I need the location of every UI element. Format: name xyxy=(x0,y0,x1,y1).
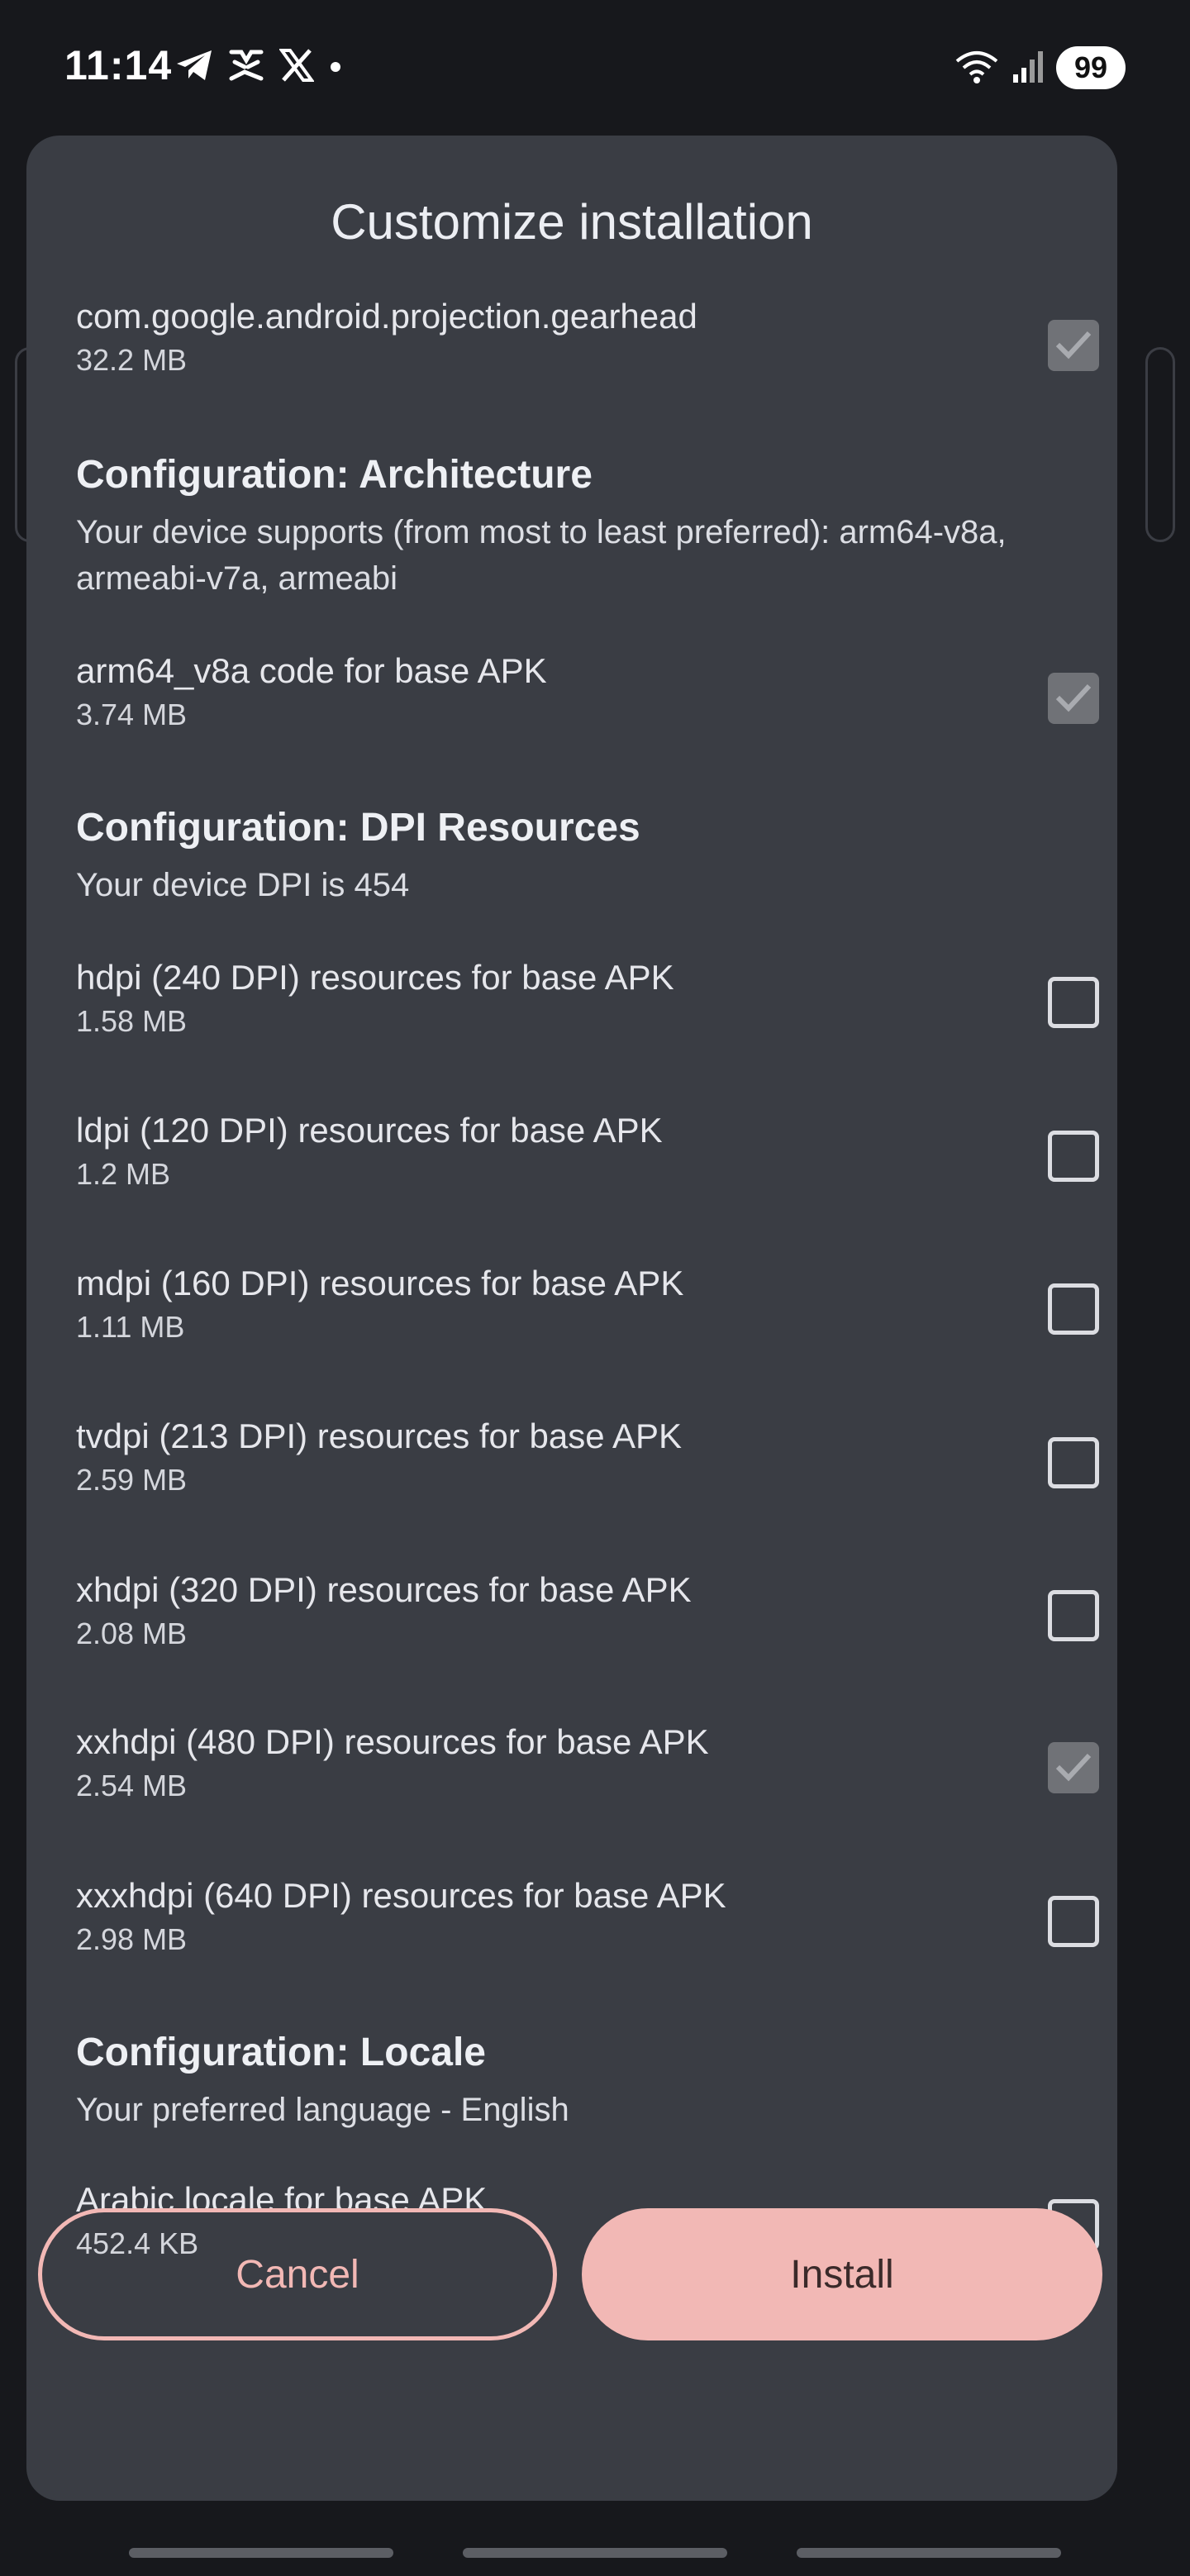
split-item: hdpi (240 DPI) resources for base APK 1.… xyxy=(76,958,674,1039)
dialog-title: Customize installation xyxy=(331,194,813,250)
wifi-icon xyxy=(954,48,1000,88)
status-bar: 11:14 99 xyxy=(0,0,1190,140)
status-time: 11:14 xyxy=(64,42,173,88)
section-description: Your device supports (from most to least… xyxy=(76,514,1007,597)
split-item: ldpi (120 DPI) resources for base APK 1.… xyxy=(76,1111,663,1192)
split-checkbox[interactable] xyxy=(1048,1283,1099,1335)
split-size: 2.54 MB xyxy=(76,1769,188,1802)
split-name: hdpi (240 DPI) resources for base APK xyxy=(76,958,674,997)
section-description: Your device DPI is 454 xyxy=(76,867,410,903)
split-size: 2.98 MB xyxy=(76,1922,188,1956)
split-item: xxhdpi (480 DPI) resources for base APK … xyxy=(76,1722,709,1803)
split-size: 2.08 MB xyxy=(76,1617,188,1650)
dot-icon xyxy=(329,49,342,82)
section-locale: Configuration: Locale Your preferred lan… xyxy=(76,2030,569,2133)
section-title: Configuration: DPI Resources xyxy=(76,806,640,850)
split-name: tvdpi (213 DPI) resources for base APK xyxy=(76,1417,683,1455)
split-item: xxxhdpi (640 DPI) resources for base APK… xyxy=(76,1876,726,1957)
x-icon xyxy=(279,49,314,82)
split-checkbox[interactable] xyxy=(1048,1437,1099,1488)
split-checkbox[interactable] xyxy=(1048,1590,1099,1641)
system-icons: 99 xyxy=(954,43,1126,93)
split-item: tvdpi (213 DPI) resources for base APK 2… xyxy=(76,1417,682,1498)
customize-installation-dialog: Customize installation com.google.androi… xyxy=(26,136,1117,2501)
split-checkbox[interactable] xyxy=(1048,1131,1099,1182)
split-checkbox[interactable] xyxy=(1048,1742,1099,1793)
split-checkbox[interactable] xyxy=(1048,977,1099,1028)
battery-indicator: 99 xyxy=(1056,46,1126,89)
split-name: mdpi (160 DPI) resources for base APK xyxy=(76,1264,684,1302)
background-card-edge-right xyxy=(1145,347,1175,542)
checkmark-icon xyxy=(1055,1753,1092,1782)
split-item: com.google.android.projection.gearhead 3… xyxy=(76,297,697,378)
split-size: 1.58 MB xyxy=(76,1004,188,1038)
nav-bar-segment xyxy=(463,2548,727,2558)
split-name: xxhdpi (480 DPI) resources for base APK xyxy=(76,1722,709,1761)
nav-bar-segment xyxy=(797,2548,1061,2558)
signal-icon xyxy=(1011,48,1045,88)
checkmark-icon xyxy=(1055,331,1092,359)
split-checkbox[interactable] xyxy=(1048,673,1099,724)
telegram-icon xyxy=(175,49,213,82)
split-size: 2.59 MB xyxy=(76,1463,188,1497)
split-size: 32.2 MB xyxy=(76,343,188,377)
split-checkbox[interactable] xyxy=(1048,1896,1099,1947)
section-description: Your preferred language - English xyxy=(76,2092,569,2128)
split-name: xxxhdpi (640 DPI) resources for base APK xyxy=(76,1876,726,1915)
split-item: arm64_v8a code for base APK 3.74 MB xyxy=(76,651,547,732)
split-name: xhdpi (320 DPI) resources for base APK xyxy=(76,1570,692,1609)
split-item: mdpi (160 DPI) resources for base APK 1.… xyxy=(76,1264,683,1345)
split-size: 3.74 MB xyxy=(76,698,188,731)
split-name: com.google.android.projection.gearhead xyxy=(76,297,697,336)
split-name: ldpi (120 DPI) resources for base APK xyxy=(76,1111,663,1150)
split-size: 1.2 MB xyxy=(76,1157,171,1191)
notification-icons xyxy=(175,43,342,88)
split-item: xhdpi (320 DPI) resources for base APK 2… xyxy=(76,1570,692,1651)
app-notification-icon xyxy=(228,49,264,82)
section-dpi-resources: Configuration: DPI Resources Your device… xyxy=(76,805,640,908)
install-button[interactable]: Install xyxy=(582,2208,1102,2340)
section-title: Configuration: Locale xyxy=(76,2031,486,2074)
checkmark-icon xyxy=(1055,683,1092,712)
section-architecture: Configuration: Architecture Your device … xyxy=(76,452,1068,602)
split-checkbox[interactable] xyxy=(1048,320,1099,371)
section-title: Configuration: Architecture xyxy=(76,453,593,497)
nav-bar-segment xyxy=(129,2548,393,2558)
split-name: arm64_v8a code for base APK xyxy=(76,651,547,690)
cancel-button[interactable]: Cancel xyxy=(38,2208,557,2340)
split-size: 1.11 MB xyxy=(76,1310,185,1344)
